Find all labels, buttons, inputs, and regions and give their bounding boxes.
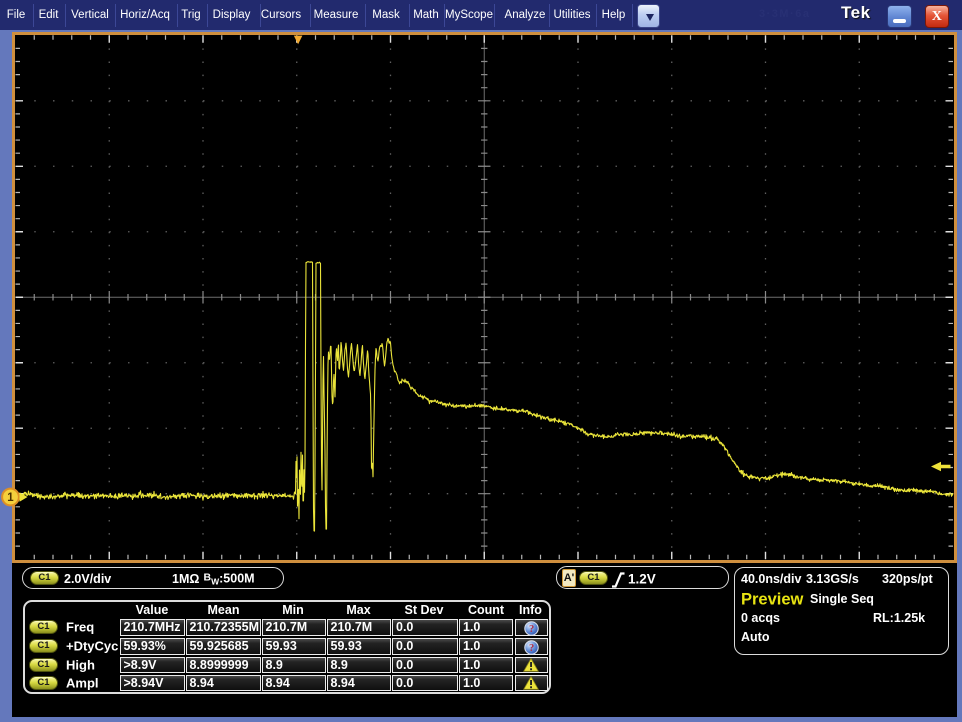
svg-text:1: 1	[7, 492, 14, 504]
